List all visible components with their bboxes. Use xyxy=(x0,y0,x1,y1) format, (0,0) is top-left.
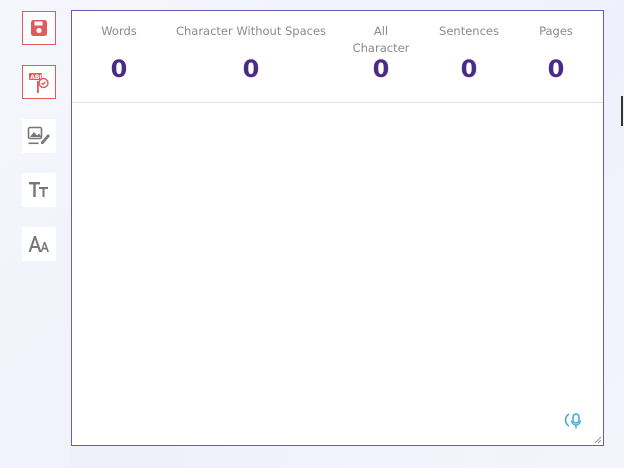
spellcheck-icon: ABC xyxy=(29,73,49,94)
window-edge xyxy=(621,96,623,126)
stat-pages-label: Pages xyxy=(539,24,573,38)
microphone-icon[interactable] xyxy=(565,411,585,431)
image-edit-button[interactable] xyxy=(22,119,56,153)
floppy-disk-icon xyxy=(31,20,47,36)
stat-words-value: 0 xyxy=(110,55,128,83)
stat-all-chars-value: 0 xyxy=(372,55,390,83)
stat-all-chars-label: All Character xyxy=(352,24,410,55)
stat-chars-no-spaces-value: 0 xyxy=(242,55,260,83)
text-size-button[interactable] xyxy=(22,173,56,207)
font-button[interactable] xyxy=(22,227,56,261)
stat-sentences-label: Sentences xyxy=(439,24,499,38)
stat-chars-no-spaces-label: Character Without Spaces xyxy=(175,24,327,38)
text-input-area[interactable] xyxy=(72,103,603,445)
stat-pages-value: 0 xyxy=(547,55,565,83)
font-icon xyxy=(28,236,49,252)
text-editor-panel: Words 0 Character Without Spaces 0 All C… xyxy=(71,10,604,446)
resize-grip-icon[interactable] xyxy=(593,435,602,444)
stat-sentences-value: 0 xyxy=(460,55,478,83)
save-button[interactable] xyxy=(22,11,56,45)
svg-text:ABC: ABC xyxy=(30,74,44,81)
spellcheck-button[interactable]: ABC xyxy=(22,65,56,99)
image-edit-icon xyxy=(27,126,50,145)
stat-words-label: Words xyxy=(101,24,137,38)
stats-bar: Words 0 Character Without Spaces 0 All C… xyxy=(72,11,603,103)
text-size-icon xyxy=(29,182,48,197)
